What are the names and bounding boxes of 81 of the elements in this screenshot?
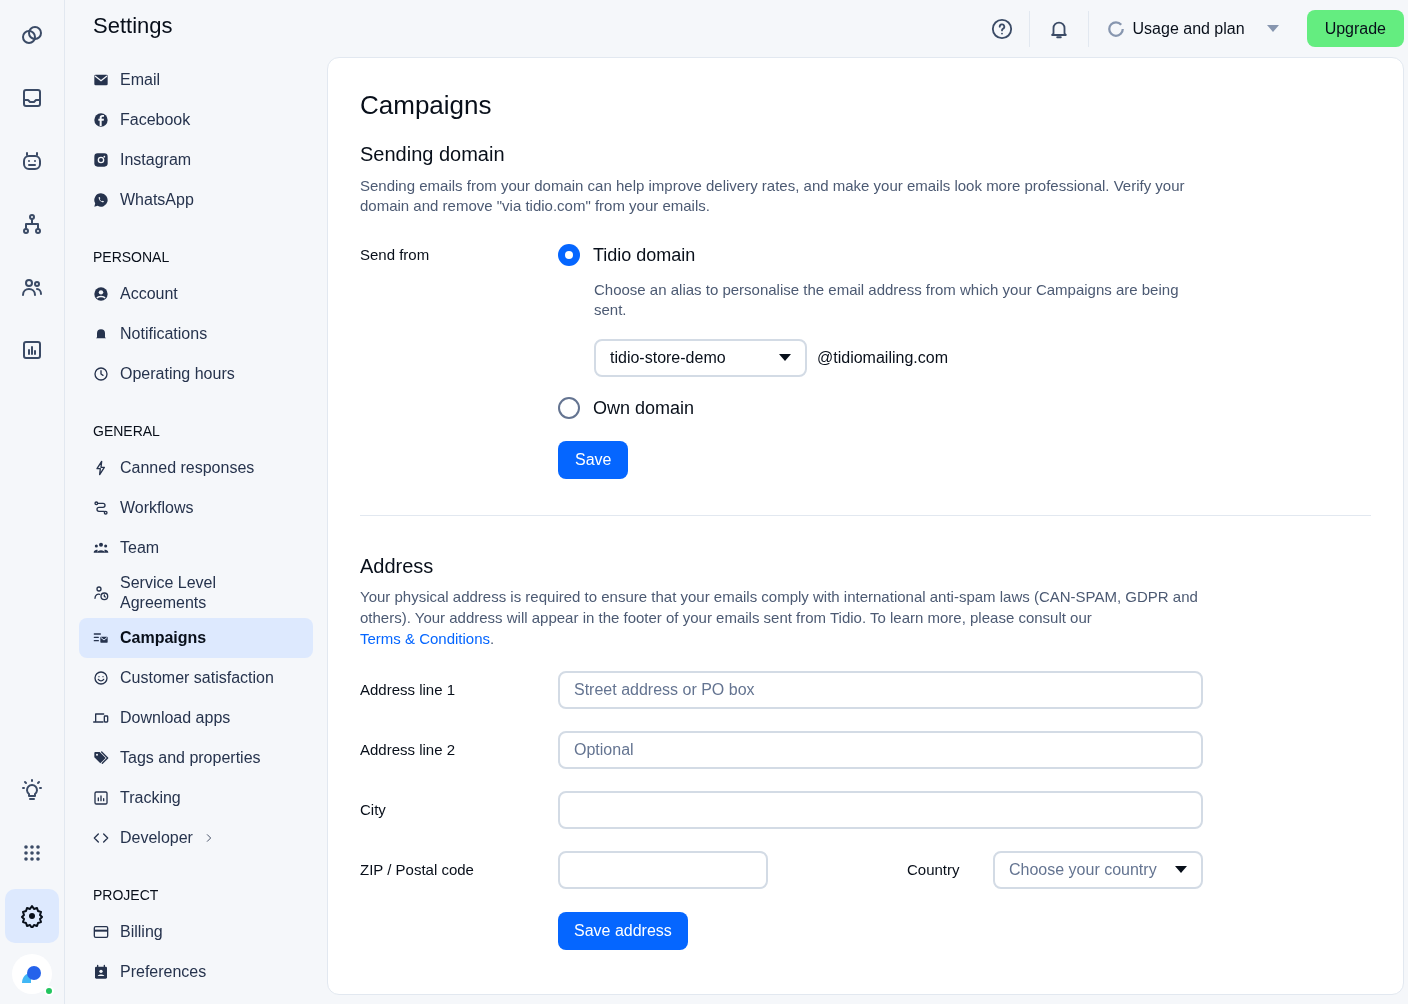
nav-item[interactable]: Campaigns (79, 618, 313, 658)
section-heading: GENERAL (92, 421, 160, 441)
field-label: ZIP / Postal code (360, 859, 475, 880)
section-heading: PERSONAL (92, 247, 170, 267)
nav-item[interactable]: Instagram (79, 140, 313, 180)
option-hint: Choose an alias to personalise the email address from which your Campaigns are being sent. (594, 280, 1180, 320)
radio-option[interactable]: Own domain (558, 393, 1194, 423)
facebook-icon (93, 112, 109, 128)
team-icon (93, 540, 109, 556)
input-field[interactable] (558, 791, 1203, 829)
route-icon (93, 500, 109, 516)
nav-item[interactable]: Notifications (79, 314, 313, 354)
clock-icon (93, 366, 109, 382)
logo-avatar[interactable] (12, 954, 52, 994)
robot-icon (20, 149, 44, 173)
nav-item[interactable]: Billing (79, 912, 313, 952)
chart-icon (93, 790, 109, 806)
chat-bubbles-icon (20, 23, 44, 47)
nav-item[interactable]: Customer satisfaction (79, 658, 313, 698)
input-field[interactable]: Optional (558, 731, 1203, 769)
field-label: Address line 2 (360, 739, 457, 760)
nav-item[interactable]: Download apps (79, 698, 313, 738)
nav-item[interactable]: Account (79, 274, 313, 314)
inbox-icon (20, 86, 44, 110)
progress-ring-icon (1106, 19, 1125, 38)
caret-down-icon (779, 354, 791, 362)
section-title: Sending domain (360, 142, 506, 167)
nav-item[interactable]: Tracking (79, 778, 313, 818)
field-label: Send from (360, 245, 431, 265)
field-label: City (360, 799, 387, 820)
nav-item[interactable]: WhatsApp (79, 180, 313, 220)
smiley-icon (93, 670, 109, 686)
upgrade-button[interactable]: Upgrade (1306, 10, 1404, 47)
save-button[interactable]: Save (558, 441, 629, 479)
settings-title: Settings (92, 11, 173, 40)
flow-icon (20, 212, 44, 236)
code-icon (93, 830, 109, 846)
section-description: Your physical address is required to ensure that your emails comply with international anti-spam laws (CAN-SPAM, GDPR and others). Your address will appear in the footer of your emails sent from Tidio. To learn more, please consult our Terms & Conditions. (360, 587, 1199, 649)
nav-item[interactable]: Operating hours (79, 354, 313, 394)
tags-icon (93, 750, 109, 766)
credit-card-icon (93, 924, 109, 940)
nav-item[interactable]: Workflows (79, 488, 313, 528)
section-heading: PROJECT (92, 885, 159, 905)
input-field[interactable]: Street address or PO box (558, 671, 1203, 709)
nav-item[interactable]: Service Level Agreements (79, 568, 313, 618)
country-dropdown[interactable]: Choose your country (993, 851, 1203, 889)
phone-bubble-icon (93, 192, 109, 208)
calendar-user-icon (93, 964, 109, 980)
radio-button[interactable] (558, 244, 580, 266)
section-title: Address (360, 554, 435, 579)
nav-item[interactable]: Developer (79, 818, 313, 858)
zip-input-field[interactable] (558, 851, 768, 889)
field-label: Address line 1 (360, 679, 457, 700)
envelope-icon (93, 72, 109, 88)
devices-icon (93, 710, 109, 726)
list-envelope-icon (93, 630, 109, 646)
field-label: Country (907, 859, 961, 880)
nav-item[interactable]: Canned responses (79, 448, 313, 488)
page-title: Campaigns (360, 89, 493, 122)
camera-icon (93, 152, 109, 168)
caret-down-icon (1175, 866, 1187, 874)
usage-plan-dropdown[interactable]: Usage and plan (1088, 10, 1307, 47)
alias-dropdown[interactable]: tidio-store-demo (594, 339, 807, 377)
nav-item[interactable]: Preferences (79, 952, 313, 992)
radio-option[interactable]: Tidio domain (558, 240, 1194, 270)
lightbulb-icon (20, 778, 44, 802)
save-address-button[interactable]: Save address (558, 912, 688, 950)
nav-item[interactable]: Facebook (79, 100, 313, 140)
user-circle-icon (93, 286, 109, 302)
chart-icon (20, 338, 44, 362)
user-clock-icon (93, 585, 109, 601)
help-icon (990, 17, 1013, 40)
rail-button[interactable] (5, 889, 59, 943)
nav-item[interactable]: Tags and properties (79, 738, 313, 778)
domain-suffix: @tidiomailing.com (817, 348, 948, 368)
caret-down-icon (1266, 24, 1279, 33)
settings-icon (20, 904, 44, 928)
radio-button[interactable] (558, 397, 580, 419)
nav-item[interactable]: Email (79, 60, 313, 100)
nav-item[interactable]: Team (79, 528, 313, 568)
section-description: Sending emails from your domain can help improve delivery rates, and make your emails look more professional. Verify your domain and remove "via tidio.com" from your emails. (360, 176, 1186, 216)
